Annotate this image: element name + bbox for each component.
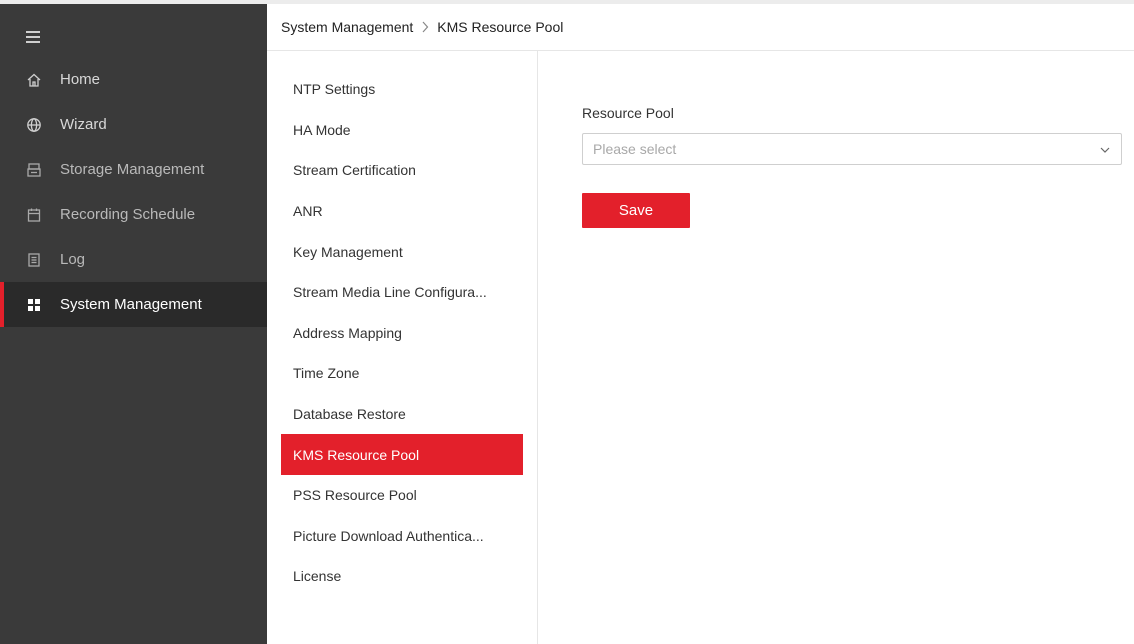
sidebar-item-label: Wizard xyxy=(60,116,107,133)
main-content: Resource Pool Please select Save xyxy=(538,51,1134,644)
submenu-item-key-management[interactable]: Key Management xyxy=(281,231,523,272)
sidebar-item-wizard[interactable]: Wizard xyxy=(0,102,267,147)
submenu-panel: NTP Settings HA Mode Stream Certificatio… xyxy=(267,51,538,644)
sidebar-item-label: Log xyxy=(60,251,86,268)
submenu-item-stream-certification[interactable]: Stream Certification xyxy=(281,150,523,191)
sidebar-item-label: Home xyxy=(60,71,101,88)
submenu-item-kms-resource-pool[interactable]: KMS Resource Pool xyxy=(281,434,523,475)
submenu-item-license[interactable]: License xyxy=(281,556,523,597)
submenu-item-pss-resource-pool[interactable]: PSS Resource Pool xyxy=(281,475,523,516)
save-button[interactable]: Save xyxy=(582,193,690,228)
submenu-item-anr[interactable]: ANR xyxy=(281,191,523,232)
submenu-item-ha-mode[interactable]: HA Mode xyxy=(281,110,523,151)
sidebar-item-label: Recording Schedule xyxy=(60,206,196,223)
sidebar-item-storage-management[interactable]: Storage Management xyxy=(0,147,267,192)
chevron-down-icon xyxy=(1100,147,1110,153)
submenu-item-stream-media-line-configuration[interactable]: Stream Media Line Configura... xyxy=(281,272,523,313)
hamburger-icon[interactable] xyxy=(26,31,40,43)
calendar-icon xyxy=(26,207,42,223)
globe-icon xyxy=(26,117,42,133)
log-icon xyxy=(26,252,42,268)
sidebar-item-label: Storage Management xyxy=(60,161,205,178)
submenu-item-ntp-settings[interactable]: NTP Settings xyxy=(281,69,523,110)
submenu-item-database-restore[interactable]: Database Restore xyxy=(281,394,523,435)
breadcrumb-parent[interactable]: System Management xyxy=(281,19,413,35)
submenu-item-time-zone[interactable]: Time Zone xyxy=(281,353,523,394)
breadcrumb-current: KMS Resource Pool xyxy=(437,19,564,35)
sidebar-item-system-management[interactable]: System Management xyxy=(0,282,267,327)
home-icon xyxy=(26,72,42,88)
submenu-item-picture-download-authentication[interactable]: Picture Download Authentica... xyxy=(281,516,523,557)
main-sidebar: Home Wizard Storage Management Recording… xyxy=(0,0,267,644)
sidebar-item-label: System Management xyxy=(60,296,202,313)
sidebar-item-recording-schedule[interactable]: Recording Schedule xyxy=(0,192,267,237)
grid-icon xyxy=(26,297,42,313)
sidebar-item-log[interactable]: Log xyxy=(0,237,267,282)
submenu-list: NTP Settings HA Mode Stream Certificatio… xyxy=(281,69,523,597)
resource-pool-label: Resource Pool xyxy=(582,105,674,121)
submenu-item-address-mapping[interactable]: Address Mapping xyxy=(281,313,523,354)
resource-pool-placeholder: Please select xyxy=(593,141,677,157)
storage-icon xyxy=(26,162,42,178)
resource-pool-select[interactable]: Please select xyxy=(582,133,1122,165)
sidebar-item-home[interactable]: Home xyxy=(0,57,267,102)
breadcrumb: System Management KMS Resource Pool xyxy=(267,0,1134,51)
chevron-right-icon xyxy=(421,21,429,33)
main-nav: Home Wizard Storage Management Recording… xyxy=(0,57,267,327)
